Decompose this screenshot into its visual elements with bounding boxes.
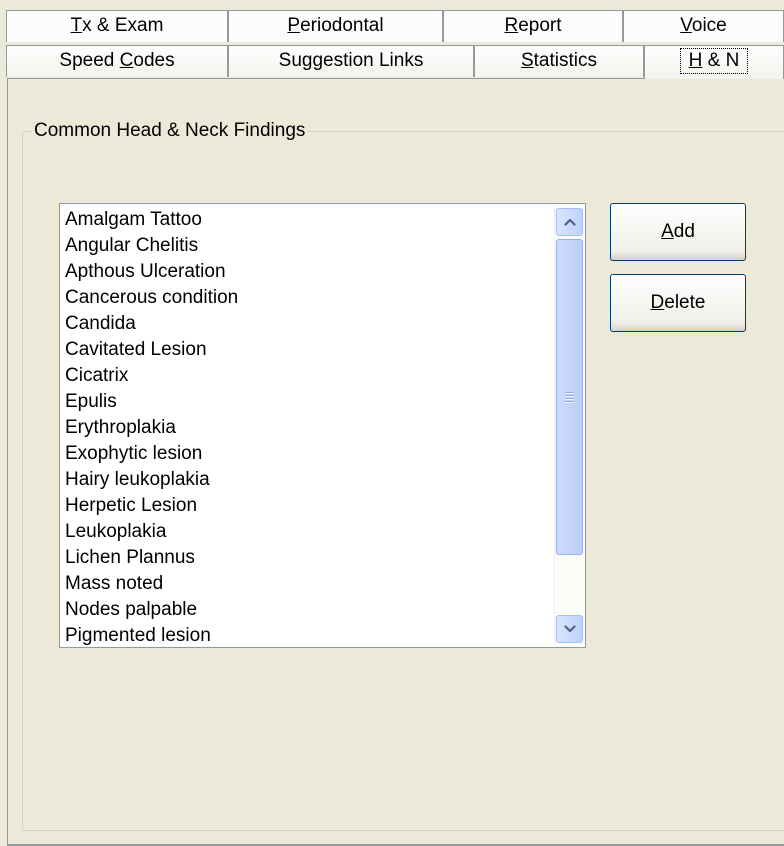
button-mnemonic: D <box>650 292 665 313</box>
scroll-up-arrow-icon <box>563 218 576 226</box>
list-item[interactable]: Amalgam Tattoo <box>65 207 555 233</box>
tab-mnemonic: C <box>119 50 134 71</box>
tab-mnemonic: T <box>70 15 83 36</box>
button-label-post: elete <box>664 292 706 313</box>
tab-label-post: tatistics <box>533 50 598 71</box>
list-item[interactable]: Cancerous condition <box>65 285 555 311</box>
tab-report[interactable]: Report <box>443 10 623 42</box>
tab-label-post: x & Exam <box>82 15 164 36</box>
list-item[interactable]: Nodes palpable <box>65 597 555 623</box>
tab-page-h-and-n: Common Head & Neck Findings Amalgam Tatt… <box>7 78 784 846</box>
list-item[interactable]: Pigmented lesion <box>65 623 555 647</box>
list-item[interactable]: Epulis <box>65 389 555 415</box>
tab-label-pre: Speed <box>59 50 120 71</box>
tab-focus-rect: H & N <box>679 48 749 74</box>
list-item[interactable]: Exophytic lesion <box>65 441 555 467</box>
list-item[interactable]: Leukoplakia <box>65 519 555 545</box>
list-item[interactable]: Cicatrix <box>65 363 555 389</box>
tab-mnemonic: P <box>287 15 301 36</box>
tab-mnemonic: S <box>520 50 534 71</box>
tab-mnemonic: V <box>680 15 692 36</box>
list-item[interactable]: Hairy leukoplakia <box>65 467 555 493</box>
scroll-grip-icon <box>565 390 574 404</box>
tab-label-post: eport <box>518 15 562 36</box>
tab-row-front: Speed Codes Suggestion Links Statistics … <box>0 45 784 79</box>
list-item[interactable]: Cavitated Lesion <box>65 337 555 363</box>
button-mnemonic: A <box>661 221 674 242</box>
list-item[interactable]: Erythroplakia <box>65 415 555 441</box>
findings-list: Amalgam Tattoo Angular Chelitis Apthous Ul… <box>65 207 555 647</box>
tab-statistics[interactable]: Statistics <box>474 45 644 77</box>
add-button[interactable]: Add <box>610 203 746 261</box>
scroll-thumb[interactable] <box>556 239 583 555</box>
list-item[interactable]: Apthous Ulceration <box>65 259 555 285</box>
vertical-scrollbar[interactable] <box>554 205 584 646</box>
tab-label-post: & N <box>702 50 740 71</box>
list-item[interactable]: Candida <box>65 311 555 337</box>
tab-mnemonic: R <box>504 15 519 36</box>
tab-mnemonic: H <box>688 50 703 71</box>
button-label-post: dd <box>673 221 695 242</box>
tab-voice[interactable]: Voice <box>623 10 784 42</box>
list-item[interactable]: Herpetic Lesion <box>65 493 555 519</box>
tab-periodontal[interactable]: Periodontal <box>228 10 443 42</box>
delete-button[interactable]: Delete <box>610 274 746 332</box>
tab-row-back: Tx & Exam Periodontal Report Voice <box>0 10 784 42</box>
list-item[interactable]: Lichen Plannus <box>65 545 555 571</box>
h-and-n-window: Tx & Exam Periodontal Report Voice Speed… <box>0 0 784 846</box>
scroll-down-arrow-icon <box>563 625 576 633</box>
findings-listbox[interactable]: Amalgam Tattoo Angular Chelitis Apthous Ul… <box>59 203 586 648</box>
tab-label-post: eriodontal <box>300 15 384 36</box>
scroll-down-button[interactable] <box>556 615 583 643</box>
tab-suggestion-links[interactable]: Suggestion Links <box>228 45 474 77</box>
tab-speed-codes[interactable]: Speed Codes <box>6 45 228 77</box>
list-item[interactable]: Mass noted <box>65 571 555 597</box>
tab-label-post: odes <box>133 50 175 71</box>
tab-label-post: oice <box>691 15 727 36</box>
list-item[interactable]: Angular Chelitis <box>65 233 555 259</box>
tab-h-and-n[interactable]: H & N <box>644 45 784 79</box>
tab-tx-exam[interactable]: Tx & Exam <box>6 10 228 42</box>
groupbox-label: Common Head & Neck Findings <box>31 120 309 142</box>
tab-label-pre: Suggestion Links <box>278 50 424 71</box>
scroll-up-button[interactable] <box>556 208 583 236</box>
